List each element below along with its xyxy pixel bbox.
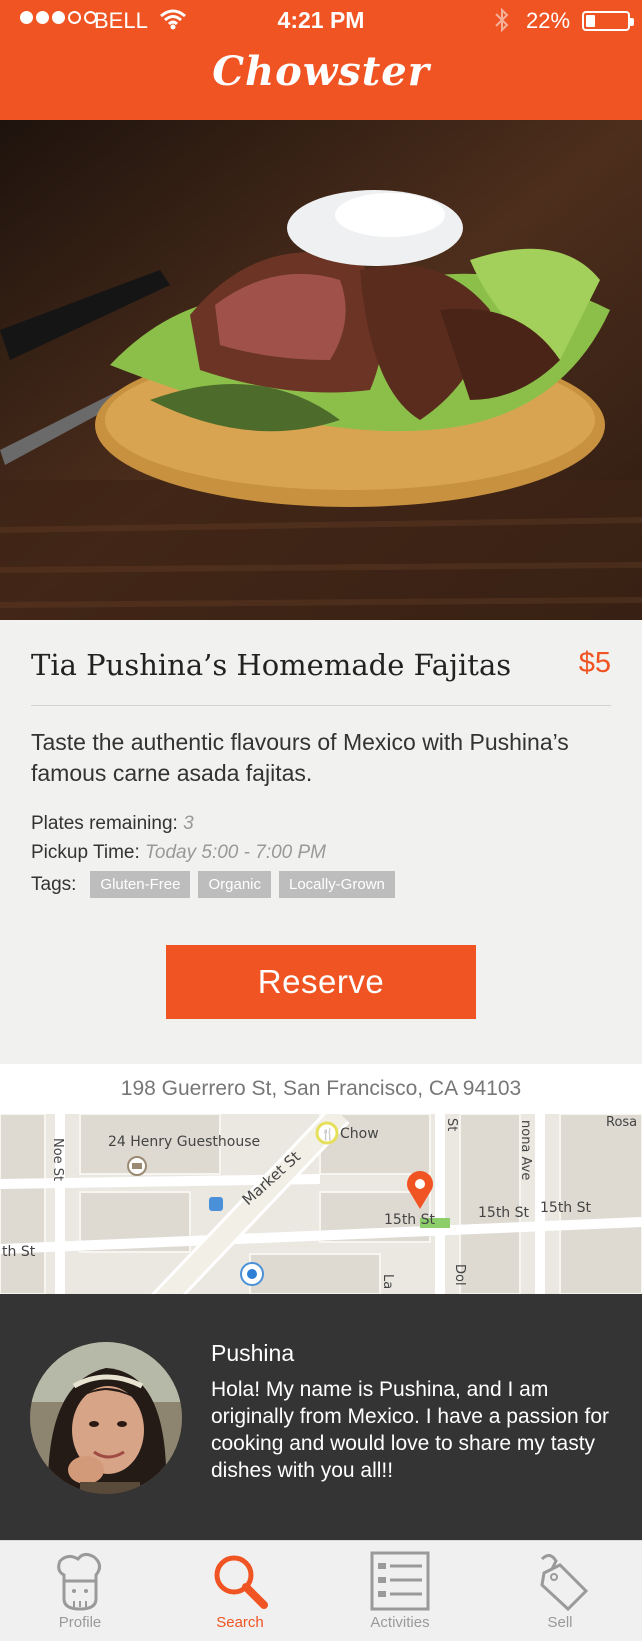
search-icon xyxy=(214,1555,268,1609)
app-title: Chowster xyxy=(212,48,430,95)
tab-search[interactable]: Search xyxy=(160,1541,320,1641)
tab-sell-label: Sell xyxy=(547,1614,573,1631)
svg-text:🍴: 🍴 xyxy=(321,1128,335,1141)
listing-price: $5 xyxy=(578,647,611,679)
plates-label: Plates remaining: xyxy=(31,813,178,834)
tab-sell[interactable]: Sell xyxy=(480,1541,640,1641)
reserve-button[interactable]: Reserve xyxy=(166,945,476,1019)
map-label-rosa: Rosa xyxy=(606,1115,637,1130)
restaurant-marker-icon[interactable]: 🍴 xyxy=(315,1121,339,1145)
tag-organic[interactable]: Organic xyxy=(198,871,271,898)
listing-detail: Tia Pushina’s Homemade Fajitas $5 Taste … xyxy=(0,620,642,1064)
map-label-la: La xyxy=(380,1274,395,1289)
pickup-value: Today 5:00 - 7:00 PM xyxy=(145,842,327,863)
current-location-icon xyxy=(240,1262,264,1286)
seller-bio: Hola! My name is Pushina, and I am origi… xyxy=(211,1378,610,1482)
seller-profile: Pushina Hola! My name is Pushina, and I … xyxy=(0,1294,642,1540)
tab-bar: Profile Search Activities Sell xyxy=(0,1540,642,1641)
app-header: BELL 4:21 PM 22% Chowster xyxy=(0,0,642,120)
map-label-15th-st-3: 15th St xyxy=(540,1200,592,1216)
map-label-15th-st-2: 15th St xyxy=(478,1205,530,1221)
map-label-th-st: th St xyxy=(2,1244,36,1260)
status-bar: BELL 4:21 PM 22% xyxy=(0,0,642,44)
map-label-nona-ave: nona Ave xyxy=(518,1120,533,1180)
bluetooth-icon xyxy=(495,7,509,33)
tags-label: Tags: xyxy=(31,873,77,895)
pickup-time: Pickup Time: Today 5:00 - 7:00 PM xyxy=(31,842,326,864)
map-label-15th-st-1: 15th St xyxy=(384,1212,436,1228)
tab-search-label: Search xyxy=(216,1614,264,1631)
map-label-noe-st: Noe St xyxy=(50,1138,65,1181)
plates-remaining: Plates remaining: 3 xyxy=(31,813,194,835)
map-label-st-vertical: St xyxy=(444,1118,459,1131)
tag-gluten-free[interactable]: Gluten-Free xyxy=(90,871,191,898)
tag-icon xyxy=(540,1554,589,1612)
battery-icon xyxy=(582,11,634,31)
listing-title: Tia Pushina’s Homemade Fajitas xyxy=(31,648,512,682)
divider xyxy=(31,705,611,706)
dish-photo xyxy=(0,120,642,620)
activities-icon xyxy=(370,1551,430,1611)
plates-value: 3 xyxy=(183,813,194,834)
chef-icon xyxy=(57,1552,101,1611)
pickup-address[interactable]: 198 Guerrero St, San Francisco, CA 94103 xyxy=(0,1064,642,1114)
seller-name: Pushina xyxy=(211,1340,295,1366)
pickup-label: Pickup Time: xyxy=(31,842,140,863)
tab-activities-label: Activities xyxy=(370,1614,430,1631)
tab-profile-label: Profile xyxy=(58,1614,102,1631)
location-map[interactable]: Rosa 24 Henry Guesthouse Chow St nona Av… xyxy=(0,1114,642,1294)
seller-avatar[interactable] xyxy=(30,1342,182,1494)
map-label-guesthouse: 24 Henry Guesthouse xyxy=(108,1134,260,1150)
screen: BELL 4:21 PM 22% Chowster Tia Pushina’s … xyxy=(0,0,642,1641)
tab-activities[interactable]: Activities xyxy=(320,1541,480,1641)
transit-marker-icon xyxy=(209,1197,223,1211)
battery-percent: 22% xyxy=(526,8,571,33)
tag-locally-grown[interactable]: Locally-Grown xyxy=(279,871,395,898)
hotel-marker-icon xyxy=(127,1156,147,1176)
map-label-chow: Chow xyxy=(340,1126,379,1142)
listing-description: Taste the authentic flavours of Mexico w… xyxy=(31,729,569,786)
map-label-dol: Dol xyxy=(452,1264,467,1286)
tab-profile[interactable]: Profile xyxy=(0,1541,160,1641)
tags-row: Tags: Gluten-Free Organic Locally-Grown xyxy=(31,871,395,898)
